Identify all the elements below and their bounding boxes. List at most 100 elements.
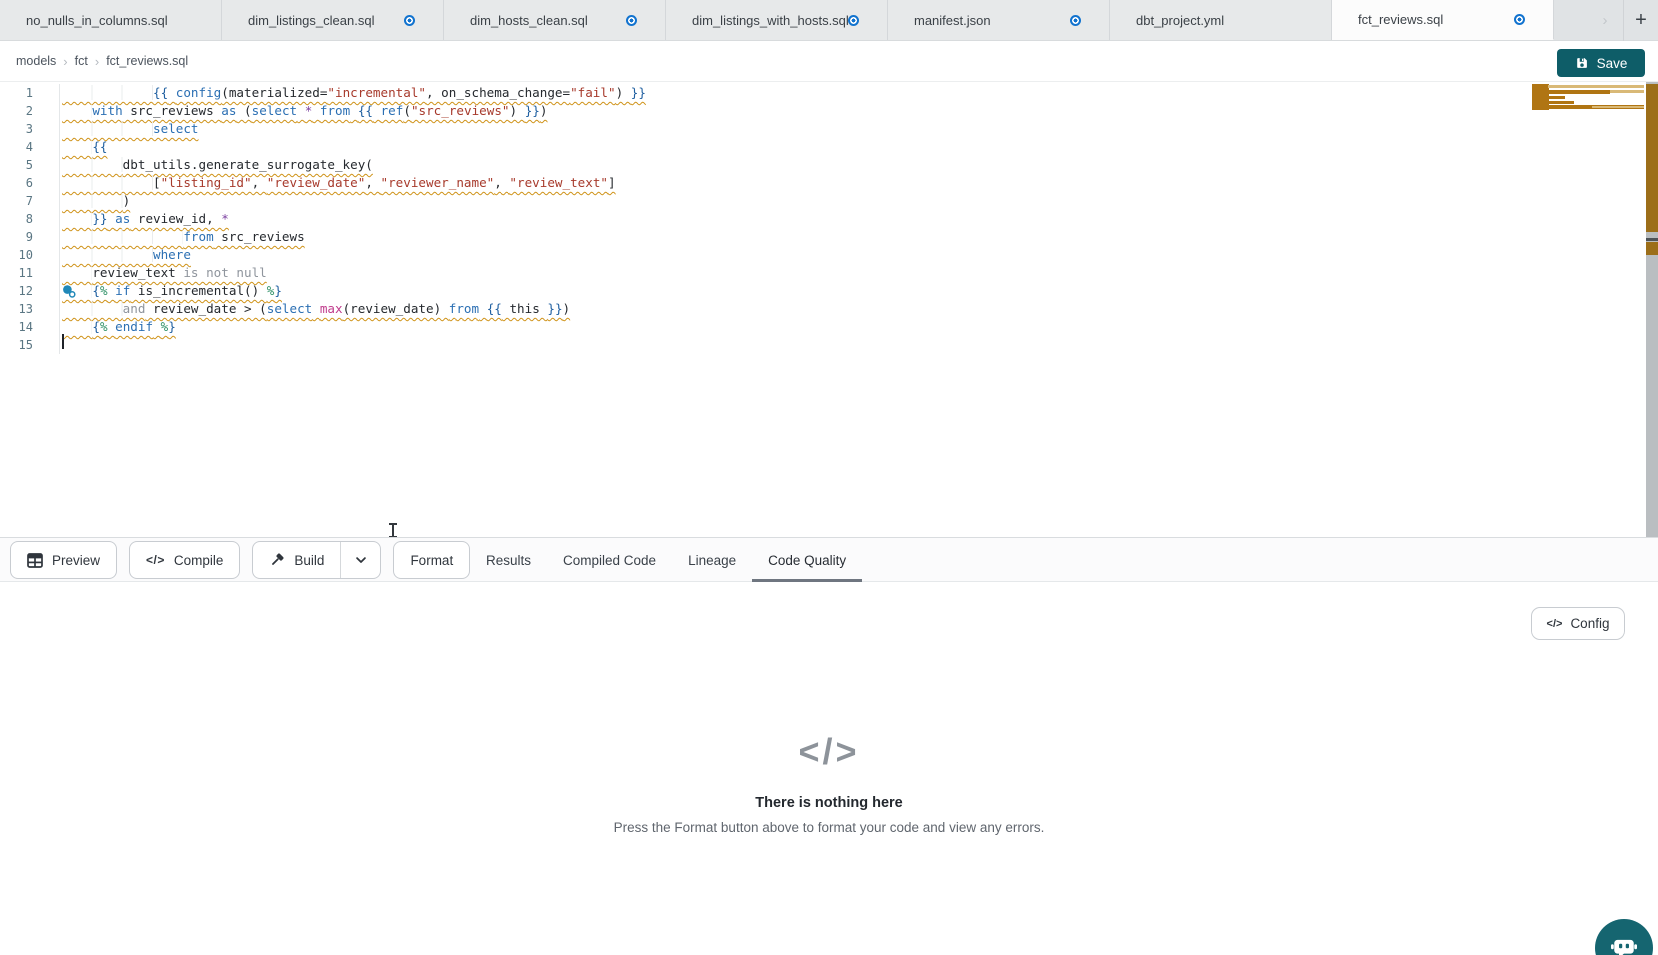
panel-tab-compiled-code[interactable]: Compiled Code bbox=[547, 538, 672, 582]
breadcrumb-separator-icon: › bbox=[63, 54, 67, 69]
empty-state: </> There is nothing here Press the Form… bbox=[0, 583, 1658, 835]
code-line-content: }} as review_id, * bbox=[60, 210, 229, 228]
code-line-10[interactable]: 10 where bbox=[0, 246, 1646, 264]
floppy-disk-icon bbox=[1575, 56, 1589, 70]
line-number: 9 bbox=[0, 228, 60, 246]
panel-tabs: ResultsCompiled CodeLineageCode Quality bbox=[470, 538, 862, 582]
tab-bar-right-controls: › + bbox=[1554, 0, 1658, 40]
file-tab-label: manifest.json bbox=[914, 13, 991, 28]
tab-scroll-right-icon[interactable]: › bbox=[1593, 12, 1617, 29]
table-icon bbox=[27, 553, 43, 568]
file-tab-label: dim_listings_with_hosts.sql bbox=[692, 13, 849, 28]
breadcrumb-bar: models › fct › fct_reviews.sql Save bbox=[0, 41, 1658, 82]
breadcrumb-item-fct[interactable]: fct bbox=[75, 54, 88, 68]
build-options-dropdown[interactable] bbox=[340, 542, 380, 578]
code-line-2[interactable]: 2 with src_reviews as (select * from {{ … bbox=[0, 102, 1646, 120]
code-quality-fix-icon[interactable] bbox=[62, 284, 77, 299]
code-line-content: ["listing_id", "review_date", "reviewer_… bbox=[60, 174, 616, 192]
line-number: 2 bbox=[0, 102, 60, 120]
build-button-group: Build bbox=[252, 541, 381, 579]
line-number: 11 bbox=[0, 264, 60, 282]
unsaved-changes-dot bbox=[626, 15, 637, 26]
action-buttons: Preview </> Compile Build bbox=[10, 541, 470, 579]
breadcrumb-item-fct_reviews.sql[interactable]: fct_reviews.sql bbox=[106, 54, 188, 68]
file-tab-manifest.json[interactable]: manifest.json bbox=[888, 0, 1110, 40]
build-button[interactable]: Build bbox=[253, 542, 340, 578]
panel-tab-lineage[interactable]: Lineage bbox=[672, 538, 752, 582]
code-line-6[interactable]: 6 ["listing_id", "review_date", "reviewe… bbox=[0, 174, 1646, 192]
line-number: 1 bbox=[0, 84, 60, 102]
breadcrumb-separator-icon: › bbox=[95, 54, 99, 69]
code-brackets-icon: </> bbox=[146, 553, 165, 567]
code-line-7[interactable]: 7 ) bbox=[0, 192, 1646, 210]
save-button[interactable]: Save bbox=[1557, 49, 1645, 77]
dbt-ide-window: no_nulls_in_columns.sql dim_listings_clea… bbox=[0, 0, 1658, 955]
bottom-toolbar: Preview </> Compile Build bbox=[0, 537, 1658, 582]
unsaved-changes-dot bbox=[404, 15, 415, 26]
compile-button-label: Compile bbox=[174, 553, 224, 568]
empty-state-title: There is nothing here bbox=[755, 795, 902, 811]
file-tab-dim_listings_clean.sql[interactable]: dim_listings_clean.sql bbox=[222, 0, 444, 40]
line-number: 13 bbox=[0, 300, 60, 318]
compile-button[interactable]: </> Compile bbox=[129, 541, 240, 579]
hammer-icon bbox=[269, 552, 285, 568]
file-tab-no_nulls_in_columns.sql[interactable]: no_nulls_in_columns.sql bbox=[0, 0, 222, 40]
line-number: 7 bbox=[0, 192, 60, 210]
empty-state-subtitle: Press the Format button above to format … bbox=[614, 820, 1045, 835]
code-line-9[interactable]: 9 from src_reviews bbox=[0, 228, 1646, 246]
file-tab-fct_reviews.sql[interactable]: fct_reviews.sql bbox=[1332, 0, 1554, 40]
code-line-14[interactable]: 14 {% endif %} bbox=[0, 318, 1646, 336]
code-line-4[interactable]: 4 {{ bbox=[0, 138, 1646, 156]
code-line-12[interactable]: 12 {% if is_incremental() %} bbox=[0, 282, 1646, 300]
format-button-label: Format bbox=[410, 553, 453, 568]
panel-tab-code-quality[interactable]: Code Quality bbox=[752, 538, 862, 582]
unsaved-changes-dot bbox=[1514, 14, 1525, 25]
panel-tab-results[interactable]: Results bbox=[470, 538, 547, 582]
code-editor[interactable]: 1 {{ config(materialized="incremental", … bbox=[0, 82, 1658, 537]
code-line-13[interactable]: 13 and review_date > (select max(review_… bbox=[0, 300, 1646, 318]
code-line-content: dbt_utils.generate_surrogate_key( bbox=[60, 156, 373, 174]
new-tab-button[interactable]: + bbox=[1624, 9, 1658, 32]
editor-scrollbar[interactable] bbox=[1646, 82, 1658, 537]
line-number: 5 bbox=[0, 156, 60, 174]
file-tab-dim_hosts_clean.sql[interactable]: dim_hosts_clean.sql bbox=[444, 0, 666, 40]
build-button-label: Build bbox=[294, 553, 324, 568]
breadcrumb: models › fct › fct_reviews.sql bbox=[16, 41, 188, 81]
unsaved-changes-dot bbox=[1070, 15, 1081, 26]
scrollbar-warning-marks bbox=[1646, 84, 1658, 232]
code-line-15[interactable]: 15 bbox=[0, 336, 1646, 354]
code-line-content: {% if is_incremental() %} bbox=[60, 282, 282, 300]
code-line-8[interactable]: 8 }} as review_id, * bbox=[0, 210, 1646, 228]
file-tab-dim_listings_with_hosts.sql[interactable]: dim_listings_with_hosts.sql bbox=[666, 0, 888, 40]
line-number: 10 bbox=[0, 246, 60, 264]
line-number: 14 bbox=[0, 318, 60, 336]
code-line-content: ) bbox=[60, 192, 130, 210]
text-caret bbox=[62, 334, 64, 349]
file-tab-dbt_project.yml[interactable]: dbt_project.yml bbox=[1110, 0, 1332, 40]
code-line-5[interactable]: 5 dbt_utils.generate_surrogate_key( bbox=[0, 156, 1646, 174]
line-number: 15 bbox=[0, 336, 60, 354]
breadcrumb-item-models[interactable]: models bbox=[16, 54, 56, 68]
unsaved-changes-dot bbox=[848, 15, 859, 26]
tab-strip: no_nulls_in_columns.sql dim_listings_clea… bbox=[0, 0, 1554, 40]
preview-button-label: Preview bbox=[52, 553, 100, 568]
line-number: 6 bbox=[0, 174, 60, 192]
preview-button[interactable]: Preview bbox=[10, 541, 117, 579]
save-button-label: Save bbox=[1597, 56, 1628, 71]
code-lines: 1 {{ config(materialized="incremental", … bbox=[0, 84, 1646, 354]
code-brackets-icon: </> bbox=[798, 731, 859, 773]
code-line-content: with src_reviews as (select * from {{ re… bbox=[60, 102, 547, 120]
file-tab-label: no_nulls_in_columns.sql bbox=[26, 13, 168, 28]
code-line-3[interactable]: 3 select bbox=[0, 120, 1646, 138]
robot-chat-icon bbox=[1609, 933, 1639, 955]
code-line-content: {{ bbox=[60, 138, 108, 156]
code-line-11[interactable]: 11 review_text is not null bbox=[0, 264, 1646, 282]
file-tab-label: fct_reviews.sql bbox=[1358, 12, 1443, 27]
code-line-1[interactable]: 1 {{ config(materialized="incremental", … bbox=[0, 84, 1646, 102]
format-button[interactable]: Format bbox=[393, 541, 470, 579]
code-line-content: review_text is not null bbox=[60, 264, 267, 282]
code-line-content: {% endif %} bbox=[60, 318, 176, 336]
file-tab-bar: no_nulls_in_columns.sql dim_listings_clea… bbox=[0, 0, 1658, 41]
scrollbar-thumb-edge bbox=[1646, 238, 1658, 241]
code-line-content: where bbox=[60, 246, 191, 264]
